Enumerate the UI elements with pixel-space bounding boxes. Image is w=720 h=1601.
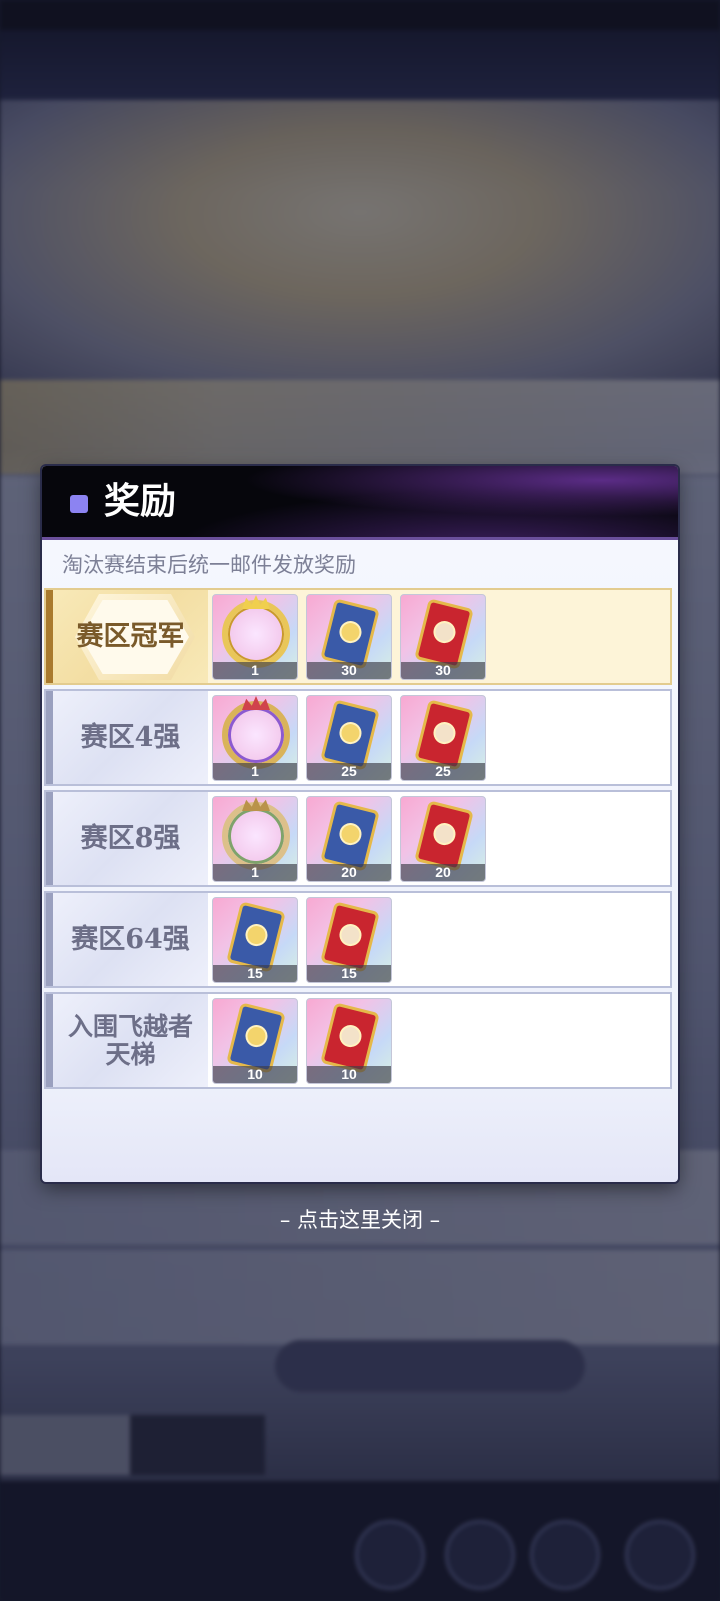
- avatar-frame-icon: [222, 802, 290, 870]
- card-pack-reward[interactable]: 15: [212, 897, 298, 983]
- card-pack-reward[interactable]: 20: [400, 796, 486, 882]
- reward-row: 赛区4强 1 25 25: [44, 689, 672, 786]
- rank-label-cell: 赛区64强: [53, 893, 208, 986]
- blue-card-icon: [320, 598, 380, 670]
- blue-card-icon: [320, 699, 380, 771]
- rank-label-cell: 赛区8强: [53, 792, 208, 885]
- avatar-frame-icon: [222, 701, 290, 769]
- reward-modal: 奖励 淘汰赛结束后统一邮件发放奖励 赛区冠军 1 30 30 赛区4强 1 25 25 赛区8强…: [42, 466, 678, 1182]
- card-pack-reward[interactable]: 30: [400, 594, 486, 680]
- item-count: 10: [307, 1066, 391, 1083]
- red-card-icon: [414, 800, 474, 872]
- card-emblem-icon: [337, 921, 364, 949]
- crown-icon: [242, 696, 270, 710]
- rank-label: 赛区4强: [80, 722, 181, 753]
- item-count: 1: [213, 864, 297, 881]
- row-accent: [46, 691, 53, 784]
- item-count: 1: [213, 763, 297, 780]
- card-emblem-icon: [243, 1022, 270, 1050]
- rank-label: 入围飞越者天梯: [67, 1011, 193, 1069]
- title-marker-icon: [70, 495, 88, 513]
- rank-label: 赛区64强: [71, 924, 190, 955]
- blue-card-icon: [226, 901, 286, 973]
- card-emblem-icon: [431, 820, 458, 848]
- item-count: 20: [307, 864, 391, 881]
- reward-row: 入围飞越者天梯 10 10: [44, 992, 672, 1089]
- item-count: 10: [213, 1066, 297, 1083]
- close-hint-button[interactable]: – 点击这里关闭 –: [0, 1204, 720, 1236]
- blue-card-icon: [320, 800, 380, 872]
- card-pack-reward[interactable]: 10: [212, 998, 298, 1084]
- rank-label-cell: 入围飞越者天梯: [53, 994, 208, 1087]
- rank-label-cell: 赛区4强: [53, 691, 208, 784]
- reward-notice: 淘汰赛结束后统一邮件发放奖励: [62, 553, 356, 577]
- card-pack-reward[interactable]: 15: [306, 897, 392, 983]
- crown-icon: [242, 595, 270, 609]
- reward-items: 1 20 20: [212, 796, 486, 882]
- red-card-icon: [320, 1002, 380, 1074]
- modal-title: 奖励: [104, 481, 177, 522]
- item-count: 15: [307, 965, 391, 982]
- blue-card-icon: [226, 1002, 286, 1074]
- modal-header: 奖励: [42, 466, 678, 540]
- red-card-icon: [320, 901, 380, 973]
- card-emblem-icon: [337, 820, 364, 848]
- reward-items: 10 10: [212, 998, 392, 1084]
- reward-row: 赛区64强 15 15: [44, 891, 672, 988]
- item-count: 25: [307, 763, 391, 780]
- reward-table: 赛区冠军 1 30 30 赛区4强 1 25 25 赛区8强 1 20 20 赛区64强 15 15 入围飞越…: [44, 588, 672, 1093]
- rank-label: 赛区8强: [80, 823, 181, 854]
- card-pack-reward[interactable]: 10: [306, 998, 392, 1084]
- card-emblem-icon: [337, 719, 364, 747]
- item-count: 20: [401, 864, 485, 881]
- row-accent: [46, 994, 53, 1087]
- card-pack-reward[interactable]: 25: [306, 695, 392, 781]
- avatar-frame-icon: [222, 600, 290, 668]
- card-pack-reward[interactable]: 25: [400, 695, 486, 781]
- red-card-icon: [414, 598, 474, 670]
- item-count: 25: [401, 763, 485, 780]
- rank-label-cell: 赛区冠军: [53, 590, 208, 683]
- rank-label: 赛区冠军: [76, 621, 185, 652]
- card-pack-reward[interactable]: 30: [306, 594, 392, 680]
- item-count: 30: [307, 662, 391, 679]
- card-emblem-icon: [431, 618, 458, 646]
- reward-items: 15 15: [212, 897, 392, 983]
- card-emblem-icon: [337, 618, 364, 646]
- avatar-frame-reward[interactable]: 1: [212, 695, 298, 781]
- row-accent: [46, 893, 53, 986]
- card-pack-reward[interactable]: 20: [306, 796, 392, 882]
- card-emblem-icon: [337, 1022, 364, 1050]
- row-accent: [46, 792, 53, 885]
- card-emblem-icon: [243, 921, 270, 949]
- card-emblem-icon: [431, 719, 458, 747]
- reward-row: 赛区8强 1 20 20: [44, 790, 672, 887]
- item-count: 30: [401, 662, 485, 679]
- red-card-icon: [414, 699, 474, 771]
- crown-icon: [242, 797, 270, 811]
- row-accent: [46, 590, 53, 683]
- item-count: 15: [213, 965, 297, 982]
- avatar-frame-reward[interactable]: 1: [212, 796, 298, 882]
- reward-items: 1 30 30: [212, 594, 486, 680]
- item-count: 1: [213, 662, 297, 679]
- reward-row: 赛区冠军 1 30 30: [44, 588, 672, 685]
- reward-items: 1 25 25: [212, 695, 486, 781]
- avatar-frame-reward[interactable]: 1: [212, 594, 298, 680]
